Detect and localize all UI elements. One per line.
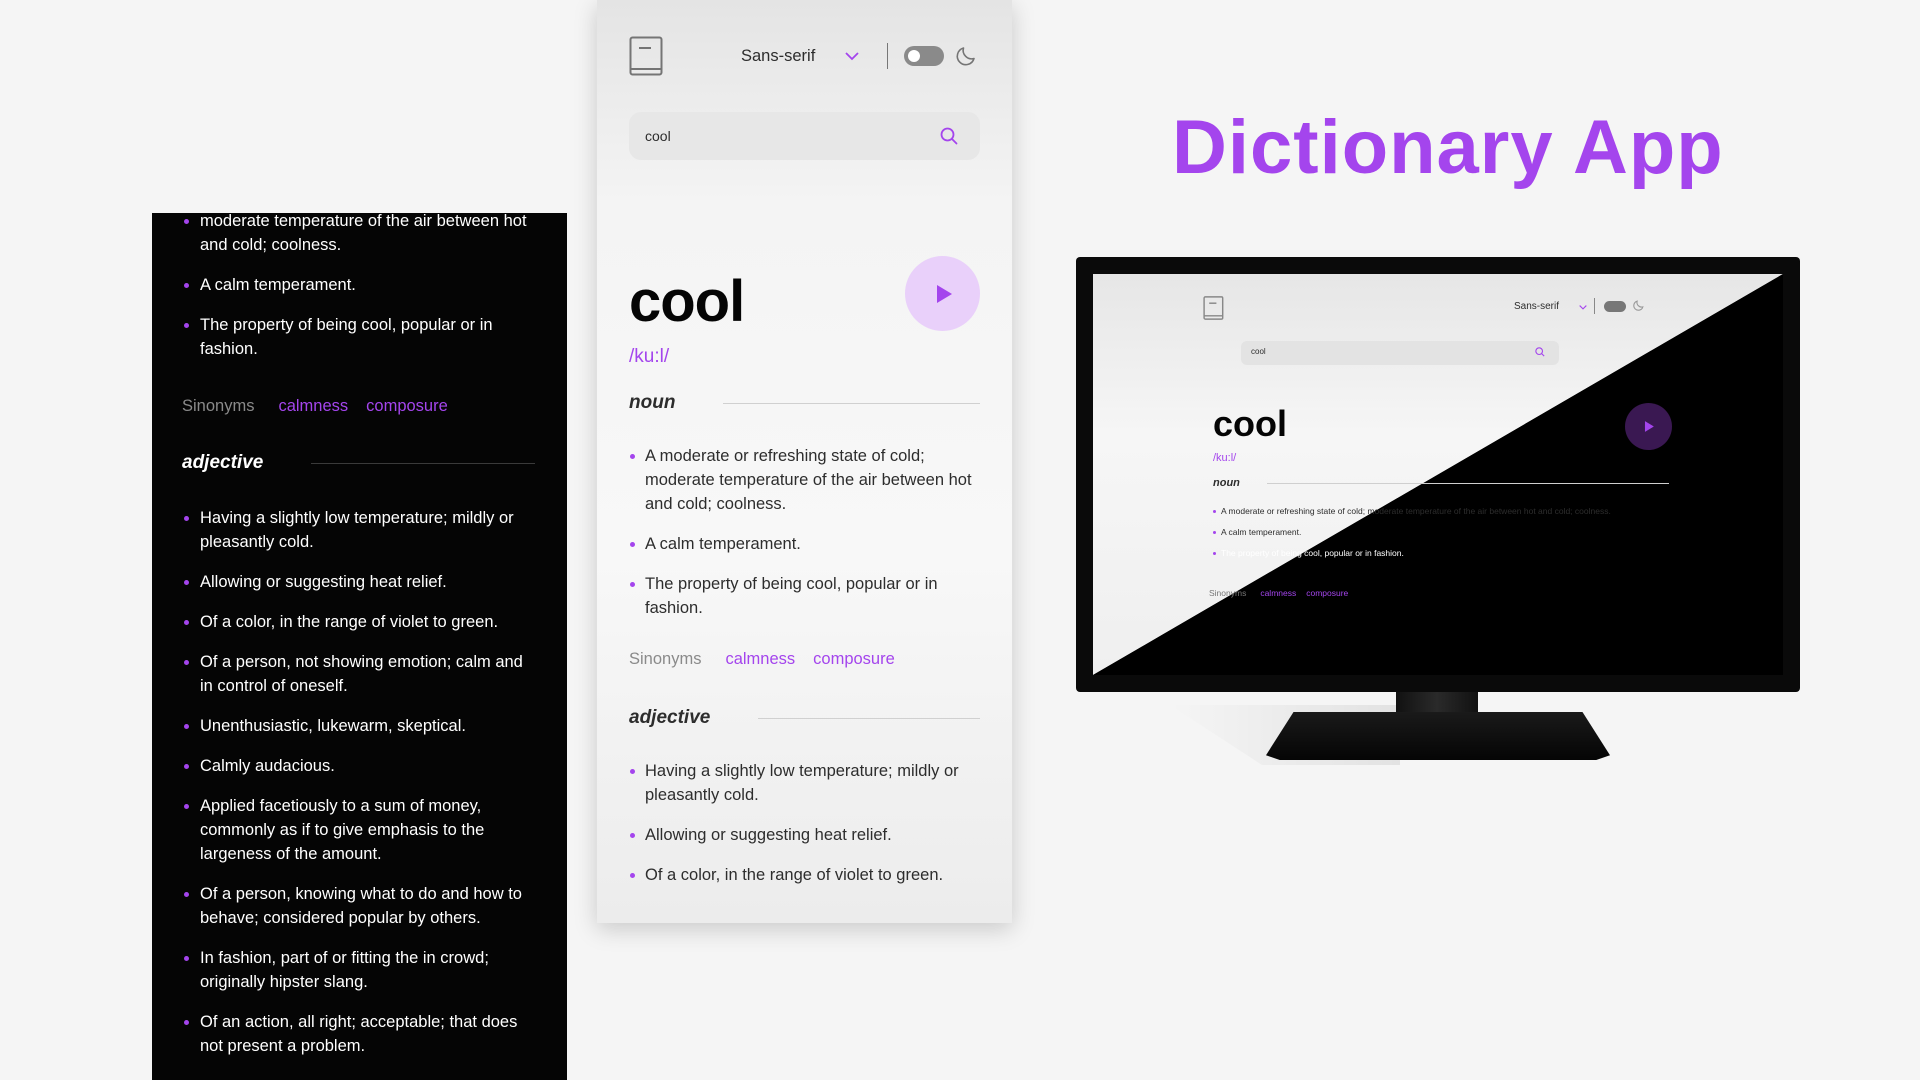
word-title: cool bbox=[1213, 403, 1288, 444]
chevron-down-icon bbox=[1579, 305, 1587, 310]
part-of-speech-heading: noun bbox=[629, 392, 980, 414]
monitor-definitions-list: A moderate or refreshing state of cold; … bbox=[1213, 505, 1683, 560]
play-icon bbox=[936, 284, 952, 303]
synonym-link[interactable]: composure bbox=[813, 650, 895, 669]
header-divider bbox=[887, 43, 889, 69]
part-of-speech-label: adjective bbox=[182, 452, 264, 473]
definition-item: A calm temperament. bbox=[1213, 526, 1683, 539]
font-select[interactable]: Sans-serif bbox=[741, 47, 859, 66]
dark-phone-mockup: moderate temperature of the air between … bbox=[152, 213, 567, 1080]
moon-icon[interactable] bbox=[954, 44, 978, 68]
monitor-screen: Sans-serif cool cool /ku:l/ noun A moder… bbox=[1093, 274, 1783, 675]
search-icon[interactable] bbox=[1535, 347, 1545, 357]
definition-item: Of a person, not showing emotion; calm a… bbox=[182, 650, 535, 698]
divider-line bbox=[758, 717, 980, 719]
definition-item: In fashion, part of or fitting the in cr… bbox=[182, 946, 535, 994]
header-divider bbox=[1594, 298, 1595, 314]
moon-icon[interactable] bbox=[1632, 299, 1645, 312]
definition-item: A calm temperament. bbox=[182, 273, 535, 297]
definition-item: A calm temperament. bbox=[629, 532, 980, 556]
definition-text: moderate temperature of the air between … bbox=[200, 213, 527, 254]
synonym-link[interactable]: calmness bbox=[1260, 588, 1296, 598]
divider-line bbox=[723, 402, 980, 404]
part-of-speech-heading: adjective bbox=[629, 707, 980, 729]
app-header: Sans-serif bbox=[629, 0, 980, 112]
book-icon[interactable] bbox=[629, 36, 665, 76]
search-input[interactable]: cool bbox=[1251, 347, 1266, 356]
definition-item: Having a slightly low temperature; mildl… bbox=[629, 759, 980, 807]
definition-item: Having a slightly low temperature; mildl… bbox=[182, 506, 535, 554]
synonyms-row: Sinonyms calmness composure bbox=[182, 397, 535, 416]
synonyms-label: Sinonyms bbox=[1209, 588, 1247, 598]
synonyms-label: Sinonyms bbox=[182, 397, 255, 415]
part-of-speech-label: noun bbox=[629, 392, 676, 413]
definition-item: The property of being cool, popular or i… bbox=[629, 572, 980, 620]
definition-item: A moderate or refreshing state of cold; … bbox=[629, 444, 980, 516]
divider-line bbox=[311, 462, 535, 464]
theme-toggle[interactable] bbox=[904, 46, 945, 66]
definition-item: Of an action, all right; acceptable; tha… bbox=[182, 1010, 535, 1058]
definition-item: The property of being cool, popular or i… bbox=[182, 313, 535, 361]
font-select-label[interactable]: Sans-serif bbox=[1514, 301, 1559, 312]
definition-item: The property of being cool, popular or i… bbox=[1213, 547, 1683, 560]
definition-item: Allowing or suggesting heat relief. bbox=[182, 570, 535, 594]
adjective-definitions-list: Having a slightly low temperature; mildl… bbox=[182, 506, 535, 1058]
synonyms-row: Sinonyms calmness composure bbox=[1209, 588, 1348, 598]
definition-item: Of a color, in the range of violet to gr… bbox=[182, 610, 535, 634]
theme-toggle[interactable] bbox=[1604, 301, 1626, 312]
definition-fragment: moderate temperature of the air between … bbox=[182, 213, 535, 257]
book-icon[interactable] bbox=[1203, 296, 1225, 320]
definition-item: Allowing or suggesting heat relief. bbox=[629, 823, 980, 847]
synonyms-row: Sinonyms calmness composure bbox=[629, 650, 980, 669]
part-of-speech-heading: adjective bbox=[182, 452, 535, 474]
search-bar[interactable]: cool bbox=[1241, 341, 1559, 365]
word-title: cool bbox=[629, 269, 745, 334]
definition-item: Calmly audacious. bbox=[182, 754, 535, 778]
search-bar[interactable] bbox=[629, 112, 980, 160]
word-header: cool /ku:l/ bbox=[629, 256, 980, 368]
noun-definitions-list: A moderate or refreshing state of cold; … bbox=[629, 444, 980, 620]
definition-item: Of a color, in the range of violet to gr… bbox=[629, 863, 980, 887]
font-select-label: Sans-serif bbox=[741, 46, 816, 65]
chevron-down-icon bbox=[845, 51, 859, 60]
phonetic-text: /ku:l/ bbox=[1213, 452, 1237, 464]
play-icon bbox=[1644, 421, 1654, 432]
synonym-link[interactable]: composure bbox=[1306, 588, 1348, 598]
synonym-link[interactable]: composure bbox=[366, 397, 448, 416]
definition-item: Unenthusiastic, lukewarm, skeptical. bbox=[182, 714, 535, 738]
monitor-mockup: Sans-serif cool cool /ku:l/ noun A moder… bbox=[1076, 257, 1800, 692]
search-icon[interactable] bbox=[940, 127, 958, 145]
synonyms-label: Sinonyms bbox=[629, 650, 702, 668]
search-input[interactable] bbox=[645, 128, 895, 144]
play-pronunciation-button[interactable] bbox=[1625, 403, 1672, 450]
part-of-speech-label: adjective bbox=[629, 707, 711, 728]
divider-line bbox=[1267, 483, 1669, 484]
light-phone-mockup: Sans-serif cool /ku:l/ noun bbox=[597, 0, 1012, 923]
page-title: Dictionary App bbox=[1172, 105, 1724, 190]
definition-item: A moderate or refreshing state of cold; … bbox=[1213, 505, 1683, 518]
noun-definitions-list: moderate temperature of the air between … bbox=[182, 213, 535, 361]
adjective-definitions-list: Having a slightly low temperature; mildl… bbox=[629, 759, 980, 887]
monitor-stand-base bbox=[1266, 712, 1610, 760]
part-of-speech-label: noun bbox=[1213, 477, 1240, 489]
play-pronunciation-button[interactable] bbox=[905, 256, 980, 331]
definition-item: Applied facetiously to a sum of money, c… bbox=[182, 794, 535, 866]
definition-item: Of a person, knowing what to do and how … bbox=[182, 882, 535, 930]
synonym-link[interactable]: calmness bbox=[725, 650, 795, 669]
phonetic-text: /ku:l/ bbox=[629, 346, 670, 367]
synonym-link[interactable]: calmness bbox=[278, 397, 348, 416]
